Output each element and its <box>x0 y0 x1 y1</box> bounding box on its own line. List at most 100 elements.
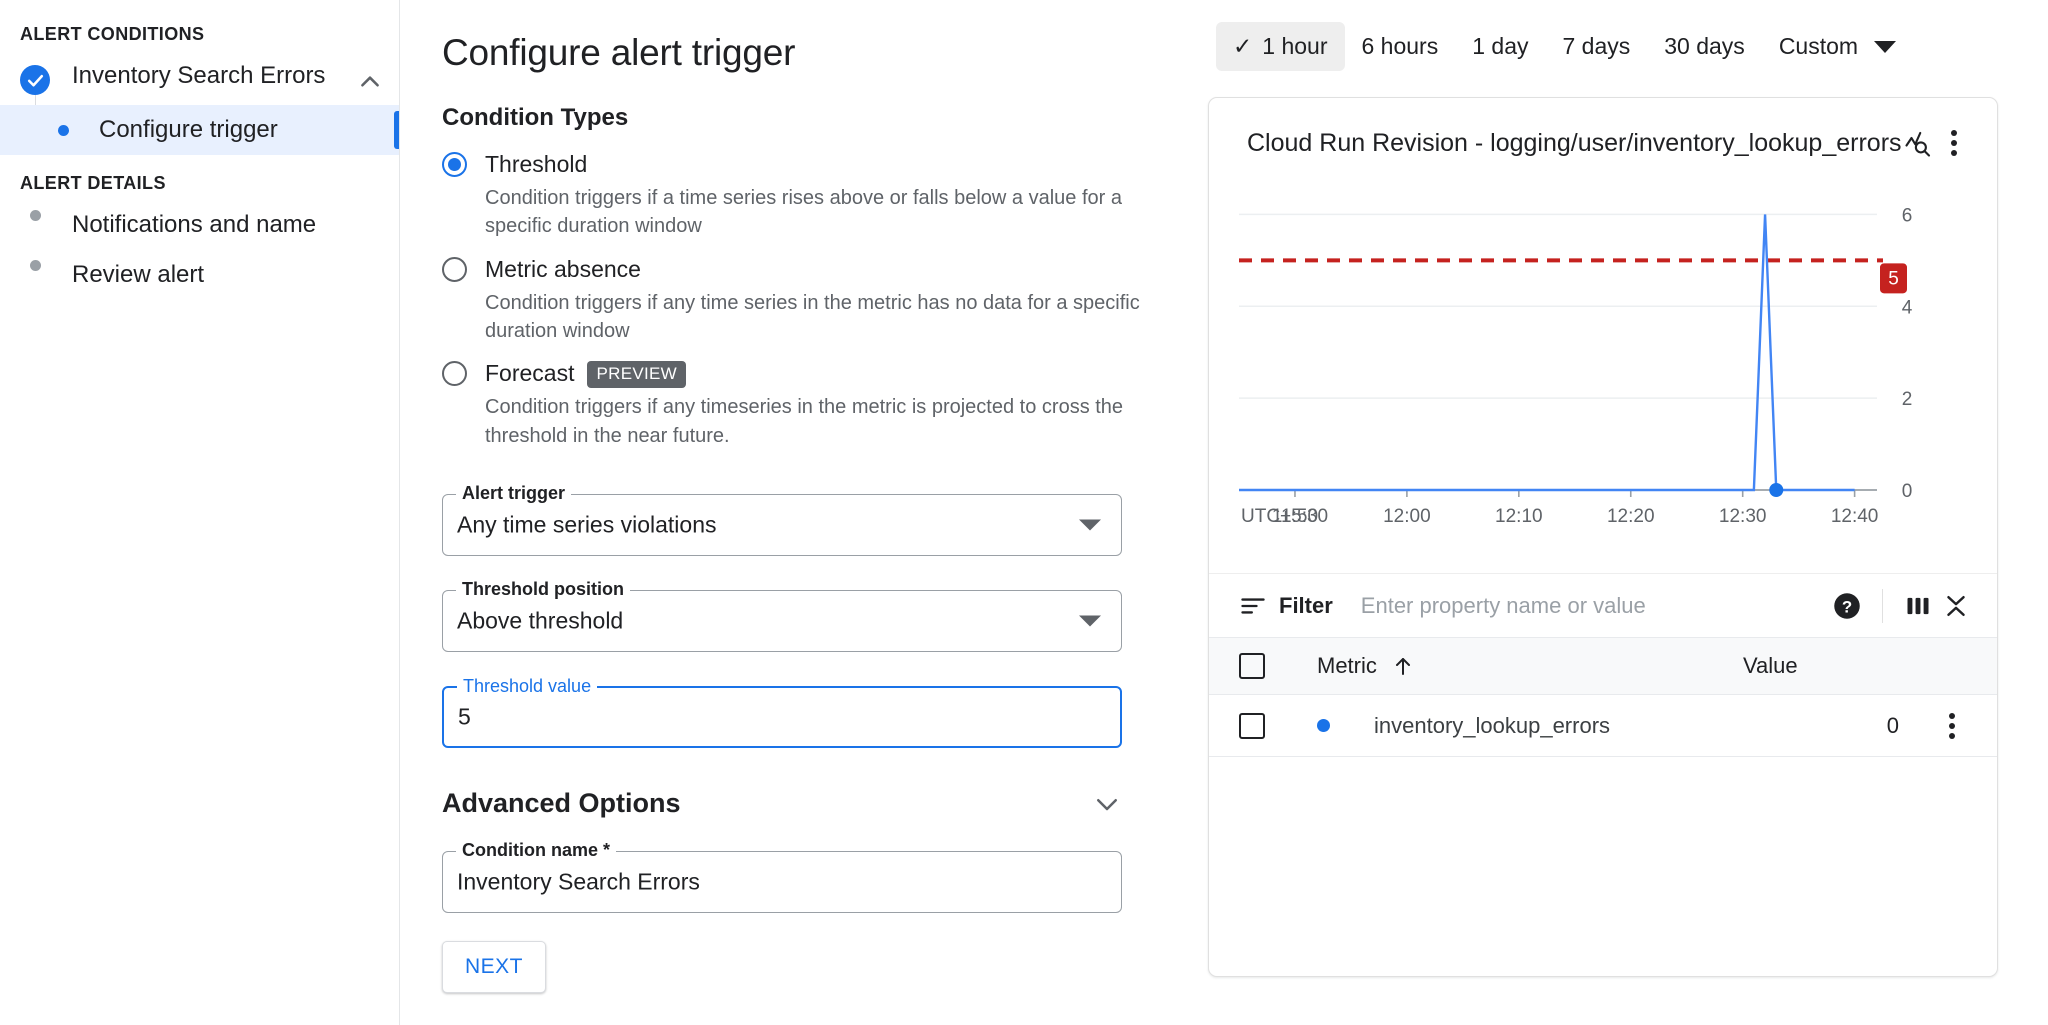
chevron-up-icon[interactable] <box>357 69 383 95</box>
sidebar-item-configure-trigger[interactable]: Configure trigger <box>0 105 399 155</box>
sidebar-section-alert-details: ALERT DETAILS <box>0 167 399 200</box>
metric-chart[interactable]: 024611:5012:0012:1012:2012:3012:40UTC+5:… <box>1209 170 1997 573</box>
radio-label: Metric absence <box>485 255 641 285</box>
wizard-sidebar: ALERT CONDITIONS Inventory Search Errors… <box>0 0 400 1025</box>
chart-header: Cloud Run Revision - logging/user/invent… <box>1209 98 1997 170</box>
threshold-value-input[interactable]: Threshold value 5 <box>442 686 1122 748</box>
radio-option-metric-absence[interactable]: Metric absence Condition triggers if any… <box>442 255 1190 356</box>
select-all-checkbox[interactable] <box>1239 653 1265 679</box>
time-range-label: 1 hour <box>1262 33 1327 60</box>
radio-option-forecast[interactable]: Forecast PREVIEW Condition triggers if a… <box>442 359 1190 460</box>
radio-option-threshold[interactable]: Threshold Condition triggers if a time s… <box>442 150 1190 251</box>
configure-trigger-form: Configure alert trigger Condition Types … <box>400 0 1190 1025</box>
sort-ascending-icon[interactable] <box>1391 654 1415 678</box>
svg-text:12:40: 12:40 <box>1831 506 1879 527</box>
sidebar-item-label: Inventory Search Errors <box>72 61 357 91</box>
series-color-swatch <box>1317 719 1330 732</box>
time-range-1-hour[interactable]: ✓ 1 hour <box>1216 22 1345 71</box>
field-value: Inventory Search Errors <box>457 869 700 896</box>
radio-label: Forecast <box>485 359 574 389</box>
radio-selected-icon[interactable] <box>442 152 467 177</box>
svg-text:4: 4 <box>1902 297 1913 318</box>
dot-icon <box>58 125 69 136</box>
advanced-options-toggle[interactable]: Advanced Options <box>442 788 1122 819</box>
time-range-selector: ✓ 1 hour 6 hours 1 day 7 days 30 days Cu… <box>1216 22 2020 71</box>
filter-label: Filter <box>1279 593 1333 619</box>
help-circle-icon[interactable]: ? <box>1828 587 1866 625</box>
field-value: 5 <box>458 704 471 731</box>
sidebar-item-label: Review alert <box>72 260 383 290</box>
chevron-down-icon[interactable] <box>1092 789 1122 819</box>
svg-text:UTC+5:30: UTC+5:30 <box>1241 506 1328 527</box>
chart-title: Cloud Run Revision - logging/user/invent… <box>1247 129 1902 158</box>
radio-description: Condition triggers if a time series rise… <box>485 184 1175 241</box>
time-range-custom[interactable]: Custom <box>1762 22 1913 71</box>
threshold-position-select[interactable]: Threshold position Above threshold <box>442 590 1122 652</box>
filter-input[interactable] <box>1359 592 1828 620</box>
row-kebab-menu-icon[interactable] <box>1933 707 1971 745</box>
time-range-7-days[interactable]: 7 days <box>1545 22 1647 71</box>
radio-unselected-icon[interactable] <box>442 361 467 386</box>
svg-text:12:30: 12:30 <box>1719 506 1767 527</box>
sidebar-item-notifications-and-name[interactable]: Notifications and name <box>0 200 399 250</box>
field-label: Threshold value <box>457 676 597 697</box>
svg-text:12:10: 12:10 <box>1495 506 1543 527</box>
radio-description: Condition triggers if any timeseries in … <box>485 393 1175 450</box>
svg-text:12:00: 12:00 <box>1383 506 1431 527</box>
field-label: Threshold position <box>456 579 630 600</box>
field-value: Any time series violations <box>457 512 717 539</box>
radio-unselected-icon[interactable] <box>442 257 467 282</box>
preview-panel: ✓ 1 hour 6 hours 1 day 7 days 30 days Cu… <box>1190 0 2048 1025</box>
condition-name-input[interactable]: Condition name * Inventory Search Errors <box>442 851 1122 913</box>
sidebar-item-review-alert[interactable]: Review alert <box>0 250 399 300</box>
column-header-metric[interactable]: Metric <box>1317 653 1743 679</box>
row-checkbox[interactable] <box>1239 713 1265 739</box>
table-header-row: Metric Value <box>1209 637 1997 695</box>
chart-svg: 024611:5012:0012:1012:2012:3012:40UTC+5:… <box>1229 178 1979 568</box>
metric-name: inventory_lookup_errors <box>1374 713 1610 739</box>
advanced-options-label: Advanced Options <box>442 788 681 819</box>
radio-description: Condition triggers if any time series in… <box>485 289 1175 346</box>
dot-icon <box>30 210 41 221</box>
time-range-label: 7 days <box>1562 33 1630 60</box>
chevron-down-icon[interactable] <box>1079 616 1101 627</box>
field-label: Alert trigger <box>456 483 571 504</box>
metric-preview-card: Cloud Run Revision - logging/user/invent… <box>1208 97 1998 977</box>
svg-text:2: 2 <box>1902 389 1913 410</box>
next-button[interactable]: NEXT <box>442 941 546 993</box>
time-range-1-day[interactable]: 1 day <box>1455 22 1545 71</box>
condition-types-heading: Condition Types <box>442 104 1190 132</box>
filter-bar: Filter ? <box>1209 573 1997 637</box>
table-row[interactable]: inventory_lookup_errors 0 <box>1209 695 1997 757</box>
field-value: Above threshold <box>457 608 623 635</box>
field-label: Condition name * <box>456 840 616 861</box>
chevron-down-icon[interactable] <box>1079 520 1101 531</box>
filter-icon[interactable] <box>1239 592 1267 620</box>
metric-value: 0 <box>1743 713 1933 739</box>
page-title: Configure alert trigger <box>442 32 1190 74</box>
sidebar-item-label: Notifications and name <box>72 210 383 240</box>
time-range-30-days[interactable]: 30 days <box>1647 22 1762 71</box>
svg-text:0: 0 <box>1902 481 1913 502</box>
sidebar-section-alert-conditions: ALERT CONDITIONS <box>0 18 399 51</box>
svg-text:?: ? <box>1842 597 1852 616</box>
time-range-6-hours[interactable]: 6 hours <box>1345 22 1456 71</box>
dot-icon <box>30 260 41 271</box>
column-header-value[interactable]: Value <box>1743 653 1933 679</box>
svg-text:12:20: 12:20 <box>1607 506 1655 527</box>
column-header-label: Metric <box>1317 653 1377 679</box>
check-circle-icon <box>20 65 50 95</box>
alert-policy-wizard: ALERT CONDITIONS Inventory Search Errors… <box>0 0 2048 1025</box>
sidebar-item-inventory-search-errors[interactable]: Inventory Search Errors <box>0 51 399 105</box>
columns-icon[interactable] <box>1899 587 1937 625</box>
svg-text:5: 5 <box>1888 268 1899 289</box>
sidebar-item-label: Configure trigger <box>99 115 383 145</box>
chevron-down-icon[interactable] <box>1874 41 1896 53</box>
time-range-label: 6 hours <box>1362 33 1439 60</box>
alert-trigger-select[interactable]: Alert trigger Any time series violations <box>442 494 1122 556</box>
check-icon: ✓ <box>1233 35 1252 58</box>
chart-search-icon[interactable] <box>1902 124 1937 162</box>
kebab-menu-icon[interactable] <box>1936 124 1971 162</box>
radio-label: Threshold <box>485 150 587 180</box>
collapse-chevrons-icon[interactable] <box>1937 587 1975 625</box>
